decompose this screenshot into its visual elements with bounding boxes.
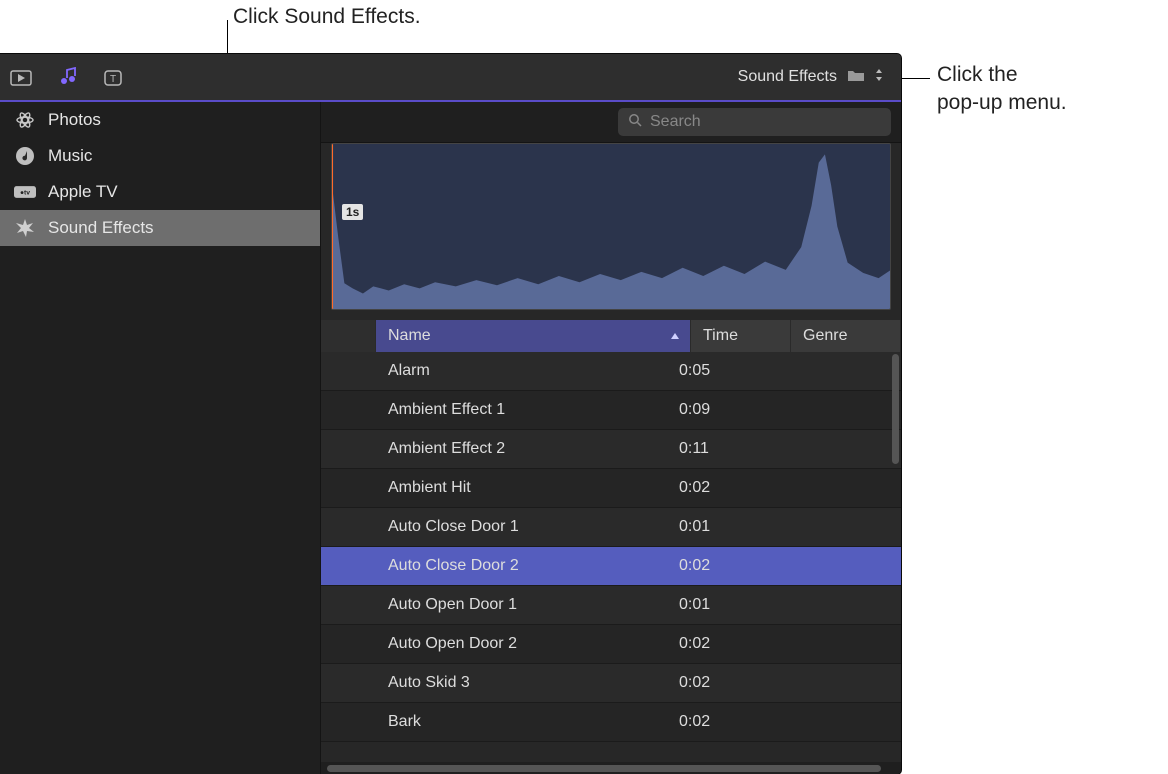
name-cell: Auto Skid 3 bbox=[376, 674, 667, 692]
sidebar-item-apple-tv[interactable]: ●tv Apple TV bbox=[0, 174, 320, 210]
folder-icon bbox=[847, 68, 865, 87]
horizontal-scrollbar[interactable] bbox=[321, 762, 901, 774]
sidebar-item-label: Music bbox=[48, 146, 92, 166]
time-cell: 0:05 bbox=[667, 362, 779, 380]
table-row[interactable]: Ambient Hit0:02 bbox=[321, 469, 901, 508]
column-genre[interactable]: Genre bbox=[791, 320, 901, 352]
column-name-label: Name bbox=[388, 327, 431, 345]
sidebar-item-label: Photos bbox=[48, 110, 101, 130]
waveform-preview[interactable]: 1s bbox=[331, 143, 891, 310]
time-cell: 0:09 bbox=[667, 401, 779, 419]
name-cell: Bark bbox=[376, 713, 667, 731]
sidebar-item-sound-effects[interactable]: Sound Effects bbox=[0, 210, 320, 246]
table-body: Alarm0:05Ambient Effect 10:09Ambient Eff… bbox=[321, 352, 901, 762]
table-row[interactable]: Bark0:02 bbox=[321, 703, 901, 742]
name-cell: Ambient Effect 1 bbox=[376, 401, 667, 419]
searchbar: Search bbox=[321, 102, 901, 143]
time-cell: 0:01 bbox=[667, 518, 779, 536]
appletv-icon: ●tv bbox=[14, 183, 36, 201]
callout-click-popup: Click the pop-up menu. bbox=[937, 61, 1067, 118]
sidebar-item-label: Sound Effects bbox=[48, 218, 154, 238]
burst-icon bbox=[14, 219, 36, 237]
time-cell: 0:01 bbox=[667, 596, 779, 614]
table-row[interactable]: Ambient Effect 20:11 bbox=[321, 430, 901, 469]
callout-leader-right bbox=[897, 78, 930, 79]
table-row[interactable]: Auto Open Door 10:01 bbox=[321, 586, 901, 625]
table-row[interactable]: Alarm0:05 bbox=[321, 352, 901, 391]
sidebar-item-music[interactable]: Music bbox=[0, 138, 320, 174]
library-icon[interactable] bbox=[10, 66, 32, 88]
name-cell: Auto Open Door 1 bbox=[376, 596, 667, 614]
time-cell: 0:02 bbox=[667, 674, 779, 692]
time-cell: 0:02 bbox=[667, 479, 779, 497]
time-cell: 0:02 bbox=[667, 635, 779, 653]
search-input[interactable]: Search bbox=[618, 108, 891, 136]
main-panel: Search 1s Name bbox=[321, 102, 901, 774]
search-icon bbox=[628, 113, 642, 132]
popup-label: Sound Effects bbox=[738, 68, 837, 86]
music-icon bbox=[14, 147, 36, 165]
column-genre-label: Genre bbox=[803, 327, 847, 345]
titles-icon[interactable]: T bbox=[102, 66, 124, 88]
callout-click-sound-effects: Click Sound Effects. bbox=[233, 3, 421, 31]
vertical-scrollbar[interactable] bbox=[892, 354, 899, 464]
name-cell: Ambient Effect 2 bbox=[376, 440, 667, 458]
table-row[interactable]: Auto Skid 30:02 bbox=[321, 664, 901, 703]
table-header: Name Time Genre bbox=[321, 320, 901, 352]
name-cell: Ambient Hit bbox=[376, 479, 667, 497]
sort-ascending-icon bbox=[670, 327, 680, 345]
callout-line1: Click the bbox=[937, 63, 1018, 86]
column-play[interactable] bbox=[321, 320, 376, 352]
table-row[interactable]: Auto Close Door 20:02 bbox=[321, 547, 901, 586]
svg-text:T: T bbox=[110, 74, 116, 85]
media-browser-icon[interactable] bbox=[56, 66, 78, 88]
sidebar: Photos Music ●tv Apple TV Sound Effects bbox=[0, 102, 321, 774]
table-row[interactable]: Auto Close Door 10:01 bbox=[321, 508, 901, 547]
sidebar-item-photos[interactable]: Photos bbox=[0, 102, 320, 138]
time-cell: 0:02 bbox=[667, 713, 779, 731]
name-cell: Auto Close Door 1 bbox=[376, 518, 667, 536]
waveform-icon bbox=[332, 144, 891, 309]
column-name[interactable]: Name bbox=[376, 320, 691, 352]
callout-line2: pop-up menu. bbox=[937, 91, 1067, 114]
search-placeholder: Search bbox=[650, 113, 701, 131]
photos-icon bbox=[14, 111, 36, 129]
name-cell: Auto Close Door 2 bbox=[376, 557, 667, 575]
column-time-label: Time bbox=[703, 327, 738, 345]
table-row[interactable]: Ambient Effect 10:09 bbox=[321, 391, 901, 430]
table-row[interactable]: Auto Open Door 20:02 bbox=[321, 625, 901, 664]
sidebar-item-label: Apple TV bbox=[48, 182, 118, 202]
source-popup-menu[interactable]: Sound Effects bbox=[730, 64, 891, 91]
app-window: T Sound Effects Photos Music ●tv Apple TV So… bbox=[0, 54, 901, 774]
popup-chevrons-icon bbox=[875, 68, 883, 87]
time-marker: 1s bbox=[342, 204, 363, 220]
column-time[interactable]: Time bbox=[691, 320, 791, 352]
time-cell: 0:02 bbox=[667, 557, 779, 575]
name-cell: Auto Open Door 2 bbox=[376, 635, 667, 653]
svg-text:●tv: ●tv bbox=[20, 190, 30, 197]
topbar: T Sound Effects bbox=[0, 54, 901, 102]
name-cell: Alarm bbox=[376, 362, 667, 380]
time-cell: 0:11 bbox=[667, 440, 779, 458]
